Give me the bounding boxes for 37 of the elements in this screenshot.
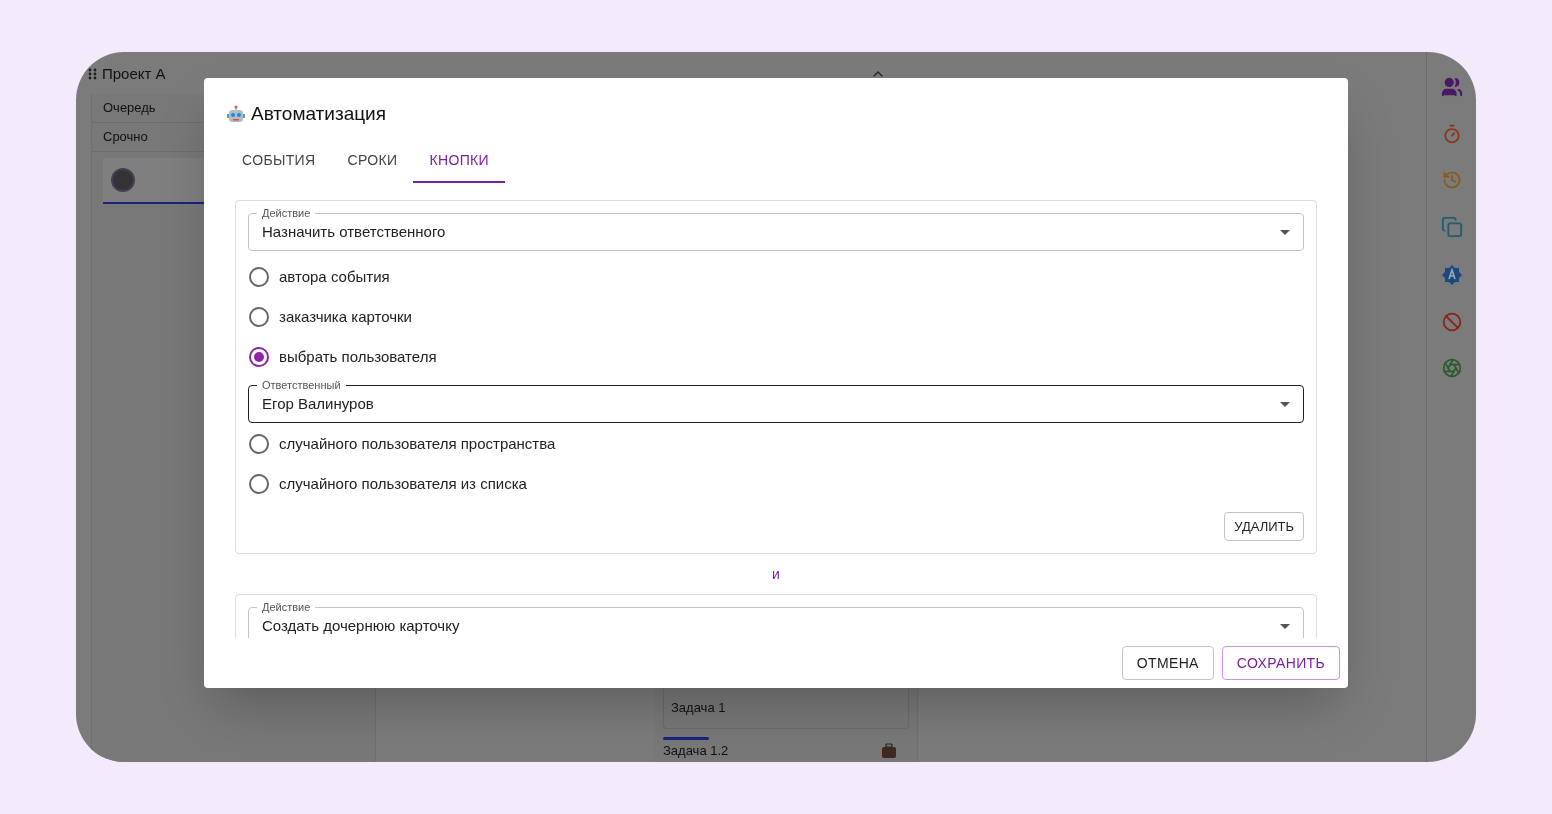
- task-title: Задача 1.2: [663, 742, 729, 761]
- tab[interactable]: СРОКИ: [331, 140, 414, 183]
- users-icon[interactable]: [1440, 76, 1463, 98]
- project-title: Проект А: [102, 63, 167, 84]
- field-label: Ответственный: [257, 378, 346, 392]
- field-label: Действие: [257, 206, 316, 220]
- delete-button[interactable]: УДАЛИТЬ: [1224, 512, 1304, 541]
- save-button[interactable]: СОХРАНИТЬ: [1221, 646, 1340, 680]
- field-value: Назначить ответственного: [262, 221, 447, 242]
- suitcase-icon: [881, 743, 897, 759]
- dropdown-caret-icon: [1280, 623, 1290, 629]
- radio-label: случайного пользователя пространства: [279, 433, 556, 454]
- letter-badge-icon[interactable]: [1440, 264, 1463, 286]
- drag-handle-icon[interactable]: [88, 68, 98, 80]
- dialog-title: Автоматизация: [251, 101, 386, 126]
- task-title: Задача 1: [671, 698, 726, 717]
- tab[interactable]: СОБЫТИЯ: [226, 140, 332, 183]
- radio-label: случайного пользователя из списка: [279, 473, 527, 494]
- radio-label: заказчика карточки: [279, 306, 412, 327]
- dropdown-caret-icon: [1280, 229, 1290, 235]
- cancel-button[interactable]: ОТМЕНА: [1121, 646, 1214, 680]
- radio-button[interactable]: [249, 474, 269, 494]
- field-value: Егор Валинуров: [262, 393, 375, 414]
- tab[interactable]: КНОПКИ: [413, 140, 505, 183]
- radio-button[interactable]: [249, 307, 269, 327]
- field-label: Действие: [257, 600, 316, 614]
- radio-button[interactable]: [249, 347, 269, 367]
- avatar: [111, 168, 135, 192]
- robot-icon: [227, 105, 245, 123]
- dropdown-caret-icon: [1280, 401, 1290, 407]
- radio-label: выбрать пользователя: [279, 346, 437, 367]
- radio-button[interactable]: [249, 267, 269, 287]
- radio-label: автора события: [279, 266, 390, 287]
- radio-button[interactable]: [249, 434, 269, 454]
- field-value: Создать дочернюю карточку: [262, 615, 461, 636]
- ban-icon[interactable]: [1441, 312, 1462, 332]
- connector-text: и: [772, 564, 780, 584]
